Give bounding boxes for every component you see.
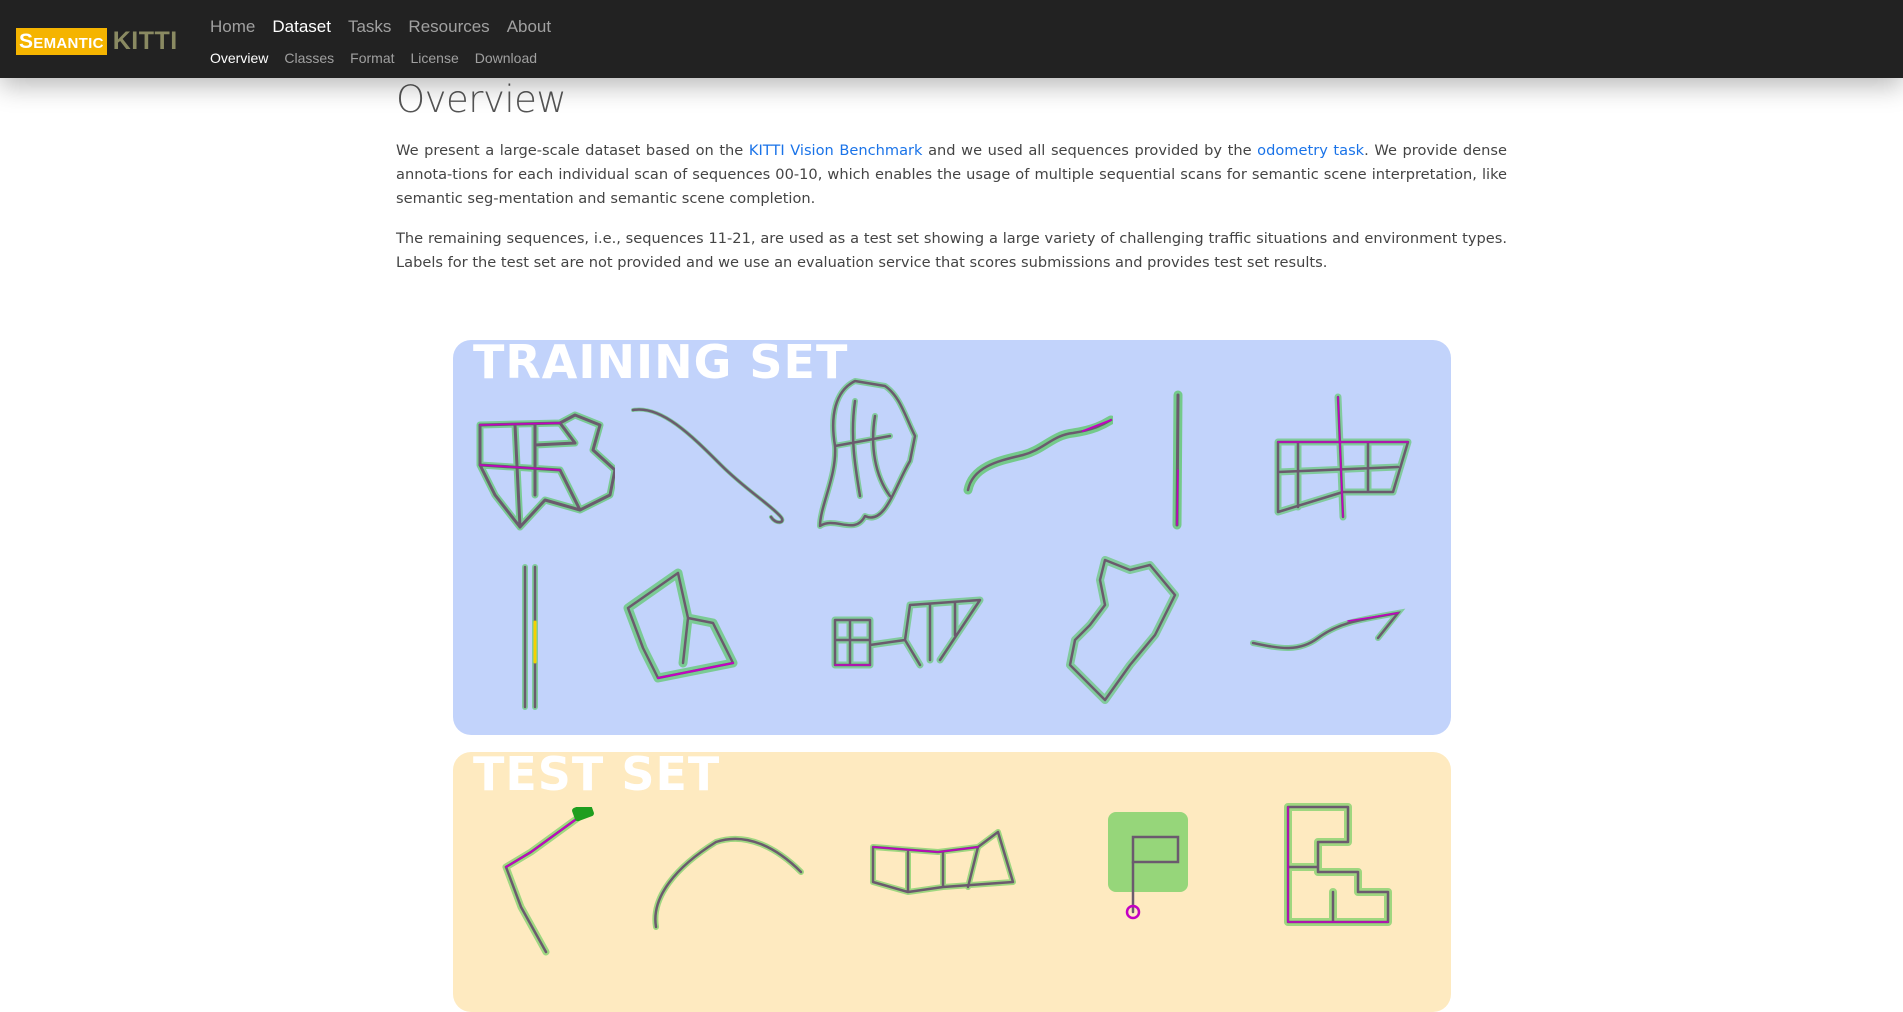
nav-home[interactable]: Home bbox=[210, 17, 255, 37]
main-nav: Home Dataset Tasks Resources About bbox=[210, 17, 551, 37]
intro-paragraph: We present a large-scale dataset based o… bbox=[396, 139, 1507, 211]
sequence-map bbox=[475, 395, 615, 535]
sequence-map bbox=[631, 405, 791, 525]
training-set-title: TRAINING SET bbox=[473, 340, 849, 389]
sequence-map bbox=[815, 376, 925, 536]
sequence-map bbox=[830, 585, 990, 675]
subnav-download[interactable]: Download bbox=[475, 50, 537, 66]
nav-resources[interactable]: Resources bbox=[408, 17, 489, 37]
intro-text-b: and we used all sequences provided by th… bbox=[922, 142, 1258, 159]
odometry-task-link[interactable]: odometry task bbox=[1257, 142, 1364, 159]
subnav-overview[interactable]: Overview bbox=[210, 50, 268, 66]
sequence-map bbox=[515, 562, 545, 712]
sequence-map bbox=[623, 568, 743, 698]
sub-nav: Overview Classes Format License Download bbox=[210, 50, 537, 66]
navbar: Semantic KITTI Home Dataset Tasks Resour… bbox=[0, 0, 1903, 78]
sequence-map bbox=[1103, 807, 1193, 927]
subnav-format[interactable]: Format bbox=[350, 50, 394, 66]
sequence-map bbox=[646, 827, 806, 937]
kitti-benchmark-link[interactable]: KITTI Vision Benchmark bbox=[749, 142, 923, 159]
site-logo[interactable]: Semantic KITTI bbox=[16, 28, 178, 55]
sequence-map bbox=[491, 807, 601, 957]
nav-dataset[interactable]: Dataset bbox=[272, 17, 331, 37]
test-set-panel: TEST SET bbox=[453, 752, 1451, 1012]
sequence-map bbox=[868, 822, 1018, 902]
logo-semantic: Semantic bbox=[16, 28, 107, 55]
subnav-license[interactable]: License bbox=[411, 50, 459, 66]
test-set-paragraph: The remaining sequences, i.e., sequences… bbox=[396, 230, 1507, 271]
sequence-map bbox=[1163, 390, 1193, 530]
sequence-map bbox=[963, 415, 1113, 495]
sequence-map bbox=[1060, 555, 1190, 705]
sequence-map bbox=[1278, 797, 1398, 937]
logo-kitti: KITTI bbox=[112, 27, 178, 55]
training-set-panel: TRAINING SET bbox=[453, 340, 1451, 735]
subnav-classes[interactable]: Classes bbox=[284, 50, 334, 66]
nav-about[interactable]: About bbox=[507, 17, 551, 37]
nav-tasks[interactable]: Tasks bbox=[348, 17, 391, 37]
sequence-map bbox=[1268, 392, 1418, 522]
sequence-map bbox=[1248, 598, 1408, 658]
page-title: Overview bbox=[396, 78, 567, 121]
intro-text-a: We present a large-scale dataset based o… bbox=[396, 142, 749, 159]
test-set-title: TEST SET bbox=[473, 752, 721, 801]
